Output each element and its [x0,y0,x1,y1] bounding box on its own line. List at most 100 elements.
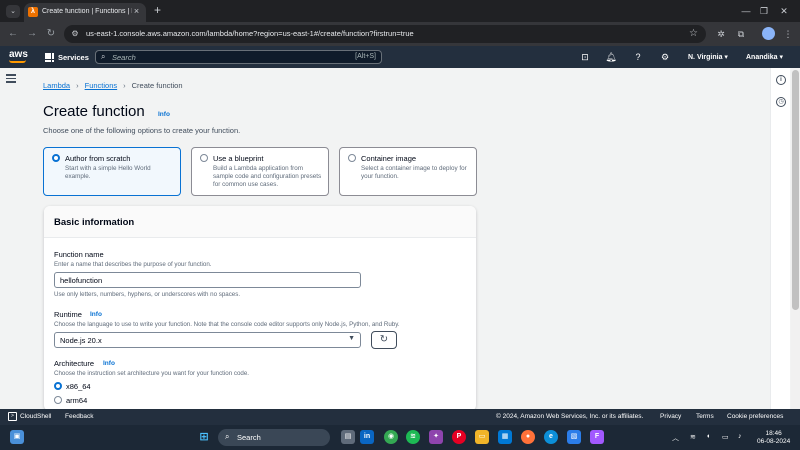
option-description: Start with a simple Hello World example. [65,165,151,180]
new-tab-button[interactable]: + [151,4,164,17]
option-container-image[interactable]: Container image Select a container image… [339,147,477,196]
option-title: Author from scratch [65,154,131,163]
bell-icon[interactable]: ♪ [738,433,742,440]
basic-information-panel: Basic information Function name Enter a … [44,206,476,411]
refresh-runtime-button[interactable]: ↻ [371,331,397,349]
outlook-icon[interactable]: ▦ [498,430,512,444]
tab-title: Create function | Functions | Lambda [42,8,132,15]
linkedin-icon[interactable]: in [360,430,374,444]
restore-icon[interactable]: ❐ [756,4,772,18]
radio-use-blueprint[interactable] [200,154,208,162]
copilot-icon[interactable]: ✦ [429,430,443,444]
browser-tab[interactable]: λ Create function | Functions | Lambda × [24,3,146,22]
recent-activity-icon[interactable]: ◷ [776,97,786,107]
aws-search-input[interactable] [112,51,342,63]
title-info-link[interactable]: Info [158,111,170,118]
runtime-selected-value: Node.js 20.x [60,336,102,345]
minimize-icon[interactable]: — [738,4,754,18]
site-info-icon[interactable]: ⚙ [70,29,80,39]
bookmark-star-icon[interactable]: ☆ [689,28,698,40]
feedback-link[interactable]: Feedback [65,413,94,420]
info-panel-icon[interactable]: i [776,75,786,85]
arm64-label[interactable]: arm64 [66,396,87,405]
window-close-icon[interactable]: ✕ [776,4,792,18]
taskbar-clock[interactable]: 18:46 06-08-2024 [757,430,790,446]
cloudshell-icon[interactable]: ⊡ [579,51,591,63]
windows-taskbar: ▣ ⊞ ⌕ Search ▤ in ◉ ≋ ✦ P ▭ ▦ ● e ▧ F ︿ … [0,425,800,450]
radio-x86-64[interactable] [54,382,62,390]
reload-icon[interactable]: ↻ [44,27,58,41]
x86-64-label[interactable]: x86_64 [66,382,91,391]
breadcrumb: Lambda › Functions › Create function [43,81,183,90]
aws-logo[interactable]: aws [9,50,28,60]
radio-author-from-scratch[interactable] [52,154,60,162]
runtime-info-link[interactable]: Info [90,311,102,318]
search-icon: ⌕ [101,52,106,61]
radio-container-image[interactable] [348,154,356,162]
chrome-icon[interactable]: ◉ [384,430,398,444]
cookie-preferences-link[interactable]: Cookie preferences [727,413,783,420]
address-bar[interactable]: ⚙ us-east-1.console.aws.amazon.com/lambd… [64,25,706,43]
battery-icon[interactable]: ▭ [722,433,729,441]
aws-search-box[interactable]: ⌕ [Alt+S] [95,50,382,64]
breadcrumb-lambda[interactable]: Lambda [43,81,70,90]
services-menu[interactable]: Services [58,53,89,62]
privacy-link[interactable]: Privacy [660,413,681,420]
browser-toolbar: ← → ↻ ⚙ us-east-1.console.aws.amazon.com… [0,22,800,46]
browser-menu-icon[interactable]: ⋮ [781,27,795,41]
runtime-select[interactable]: Node.js 20.x ▼ [54,332,361,348]
figma-icon[interactable]: F [590,430,604,444]
settings-gear-icon[interactable]: ⚙ [659,51,671,63]
radio-arm64[interactable] [54,396,62,404]
tab-search-button[interactable]: ⌄ [6,5,20,18]
search-icon: ⌕ [225,432,230,441]
extensions-puzzle-icon[interactable]: ⧉ [734,27,748,41]
forward-icon[interactable]: → [25,27,39,41]
volume-icon[interactable]: ◖ [706,433,710,440]
function-name-label: Function name [54,250,104,259]
back-icon[interactable]: ← [6,27,20,41]
page-scrollbar[interactable] [791,68,800,409]
file-explorer-icon[interactable]: ▭ [475,430,489,444]
option-use-blueprint[interactable]: Use a blueprint Build a Lambda applicati… [191,147,329,196]
help-icon[interactable]: ? [632,51,644,63]
terms-link[interactable]: Terms [696,413,714,420]
pinterest-icon[interactable]: P [452,430,466,444]
profile-avatar[interactable] [762,27,775,40]
account-menu[interactable]: Anandika ▾ [746,53,783,61]
breadcrumb-functions[interactable]: Functions [85,81,118,90]
extension-icon[interactable]: ✲ [714,27,728,41]
lambda-favicon-icon: λ [28,7,38,17]
panel-header: Basic information [44,206,476,238]
task-view-icon[interactable]: ▤ [341,430,355,444]
clock-date: 06-08-2024 [757,438,791,445]
scrollbar-thumb[interactable] [792,70,799,310]
runtime-label: Runtime [54,310,82,319]
taskbar-search[interactable]: ⌕ Search [218,429,330,446]
windows-start-icon[interactable]: ⊞ [197,430,211,444]
cloudshell-terminal-icon[interactable]: > [8,412,17,421]
function-name-input[interactable] [54,272,361,288]
breadcrumb-current: Create function [131,81,183,90]
wifi-icon[interactable]: ≋ [690,433,696,441]
tab-close-icon[interactable]: × [131,6,142,17]
cloudshell-link[interactable]: CloudShell [20,413,51,420]
address-url[interactable]: us-east-1.console.aws.amazon.com/lambda/… [86,29,414,38]
edge-icon[interactable]: e [544,430,558,444]
region-selector[interactable]: N. Virginia ▾ [688,53,728,61]
side-nav-toggle-icon[interactable] [6,74,16,83]
aws-logo-smile [9,60,26,63]
widgets-icon[interactable]: ▣ [10,430,24,444]
console-footer: > CloudShell Feedback © 2024, Amazon Web… [0,409,800,425]
architecture-label: Architecture [54,359,95,368]
architecture-info-link[interactable]: Info [103,360,115,367]
option-description: Select a container image to deploy for y… [361,165,467,180]
notifications-bell-icon[interactable]: 🔔︎ [605,51,617,63]
services-grid-icon[interactable] [45,53,55,63]
option-author-from-scratch[interactable]: Author from scratch Start with a simple … [43,147,181,196]
spotify-icon[interactable]: ≋ [406,430,420,444]
tray-overflow-icon[interactable]: ︿ [672,433,679,443]
firefox-icon[interactable]: ● [521,430,535,444]
page-title: Create function [43,103,145,120]
photos-icon[interactable]: ▧ [567,430,581,444]
